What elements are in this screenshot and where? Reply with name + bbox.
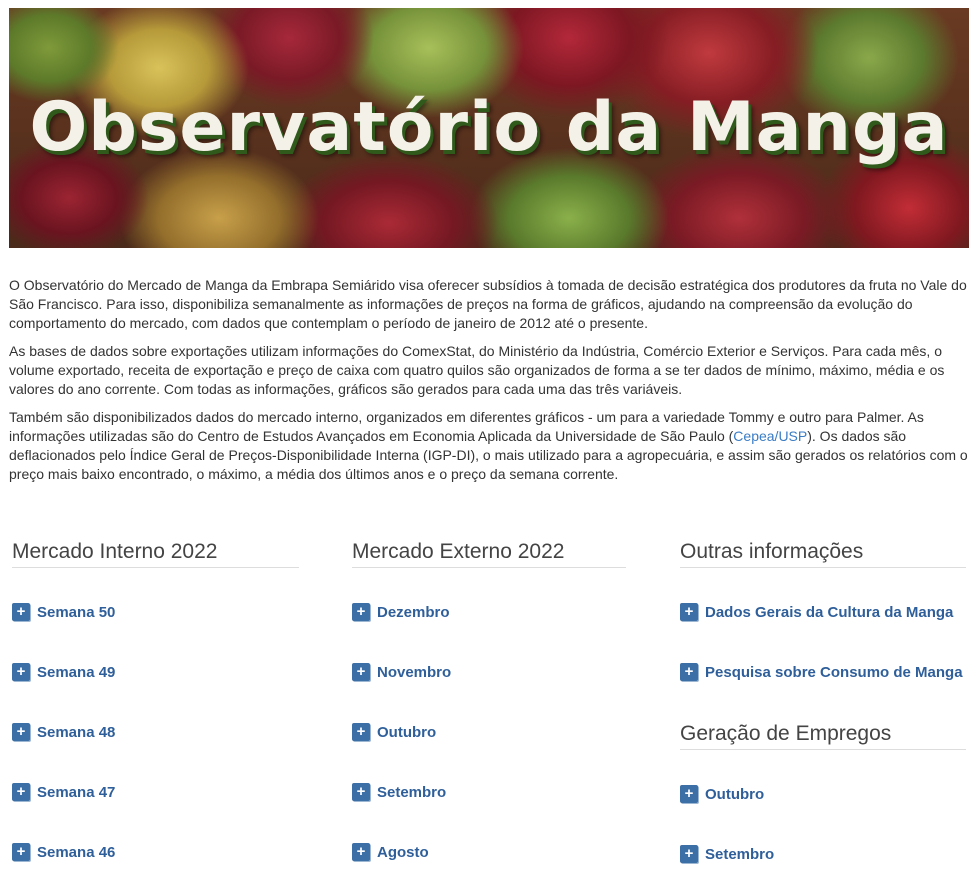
mercado-interno-link[interactable]: + Semana 49 xyxy=(12,642,299,702)
plus-square-icon: + xyxy=(12,783,30,801)
intro-paragraph-1: O Observatório do Mercado de Manga da Em… xyxy=(9,277,967,331)
plus-square-icon: + xyxy=(352,783,370,801)
mercado-externo-link[interactable]: + Outubro xyxy=(352,702,626,762)
plus-square-icon: + xyxy=(680,785,698,803)
geracao-empregos-heading: Geração de Empregos xyxy=(680,722,966,750)
outras-informacoes-section: Outras informações + Dados Gerais da Cult… xyxy=(680,540,966,884)
mercado-interno-section: Mercado Interno 2022 + Semana 50 + Semana … xyxy=(12,540,299,882)
link-label[interactable]: Semana 48 xyxy=(37,724,115,741)
banner-title: Observatório da Manga xyxy=(29,88,949,167)
cepea-usp-link[interactable]: Cepea/USP xyxy=(733,428,807,444)
plus-square-icon: + xyxy=(12,843,30,861)
geracao-empregos-list: + Outubro + Setembro xyxy=(680,764,966,884)
link-label[interactable]: Dados Gerais da Cultura da Manga xyxy=(705,604,953,621)
banner-image: Observatório da Manga xyxy=(9,8,969,248)
plus-square-icon: + xyxy=(12,603,30,621)
link-label[interactable]: Semana 49 xyxy=(37,664,115,681)
geracao-empregos-link[interactable]: + Setembro xyxy=(680,824,966,884)
mercado-interno-link[interactable]: + Semana 48 xyxy=(12,702,299,762)
mercado-interno-link[interactable]: + Semana 46 xyxy=(12,822,299,882)
link-label[interactable]: Semana 47 xyxy=(37,784,115,801)
outras-informacoes-heading: Outras informações xyxy=(680,540,966,568)
plus-square-icon: + xyxy=(12,663,30,681)
intro-paragraph-3: Também são disponibilizados dados do mer… xyxy=(9,408,971,484)
mercado-externo-heading: Mercado Externo 2022 xyxy=(352,540,626,568)
mercado-externo-link[interactable]: + Dezembro xyxy=(352,582,626,642)
mercado-externo-link[interactable]: + Agosto xyxy=(352,822,626,882)
link-label[interactable]: Novembro xyxy=(377,664,451,681)
link-label[interactable]: Agosto xyxy=(377,844,429,861)
mercado-interno-link[interactable]: + Semana 47 xyxy=(12,762,299,822)
link-label[interactable]: Setembro xyxy=(377,784,446,801)
mercado-interno-link[interactable]: + Semana 50 xyxy=(12,582,299,642)
link-label[interactable]: Semana 50 xyxy=(37,604,115,621)
mercado-externo-link[interactable]: + Novembro xyxy=(352,642,626,702)
mercado-externo-section: Mercado Externo 2022 + Dezembro + Novembro… xyxy=(352,540,626,882)
geracao-empregos-link[interactable]: + Outubro xyxy=(680,764,966,824)
plus-square-icon: + xyxy=(680,845,698,863)
outras-informacoes-list: + Dados Gerais da Cultura da Manga + Pesqu… xyxy=(680,582,966,702)
intro-paragraph-2: As bases de dados sobre exportações util… xyxy=(9,343,945,397)
link-label[interactable]: Pesquisa sobre Consumo de Manga xyxy=(705,664,963,681)
mercado-externo-link[interactable]: + Setembro xyxy=(352,762,626,822)
link-label[interactable]: Dezembro xyxy=(377,604,450,621)
link-label[interactable]: Outubro xyxy=(705,786,764,803)
plus-square-icon: + xyxy=(352,663,370,681)
mercado-interno-list: + Semana 50 + Semana 49 + Semana 48 + Semana… xyxy=(12,582,299,882)
mercado-externo-list: + Dezembro + Novembro + Outubro + Setembro +… xyxy=(352,582,626,882)
plus-square-icon: + xyxy=(352,603,370,621)
intro-text: O Observatório do Mercado de Manga da Em… xyxy=(9,276,971,493)
mercado-interno-heading: Mercado Interno 2022 xyxy=(12,540,299,568)
plus-square-icon: + xyxy=(352,723,370,741)
outras-informacoes-link[interactable]: + Dados Gerais da Cultura da Manga xyxy=(680,582,966,642)
plus-square-icon: + xyxy=(680,603,698,621)
plus-square-icon: + xyxy=(352,843,370,861)
link-label[interactable]: Outubro xyxy=(377,724,436,741)
outras-informacoes-link[interactable]: + Pesquisa sobre Consumo de Manga xyxy=(680,642,966,702)
plus-square-icon: + xyxy=(12,723,30,741)
plus-square-icon: + xyxy=(680,663,698,681)
link-label[interactable]: Setembro xyxy=(705,846,774,863)
link-label[interactable]: Semana 46 xyxy=(37,844,115,861)
